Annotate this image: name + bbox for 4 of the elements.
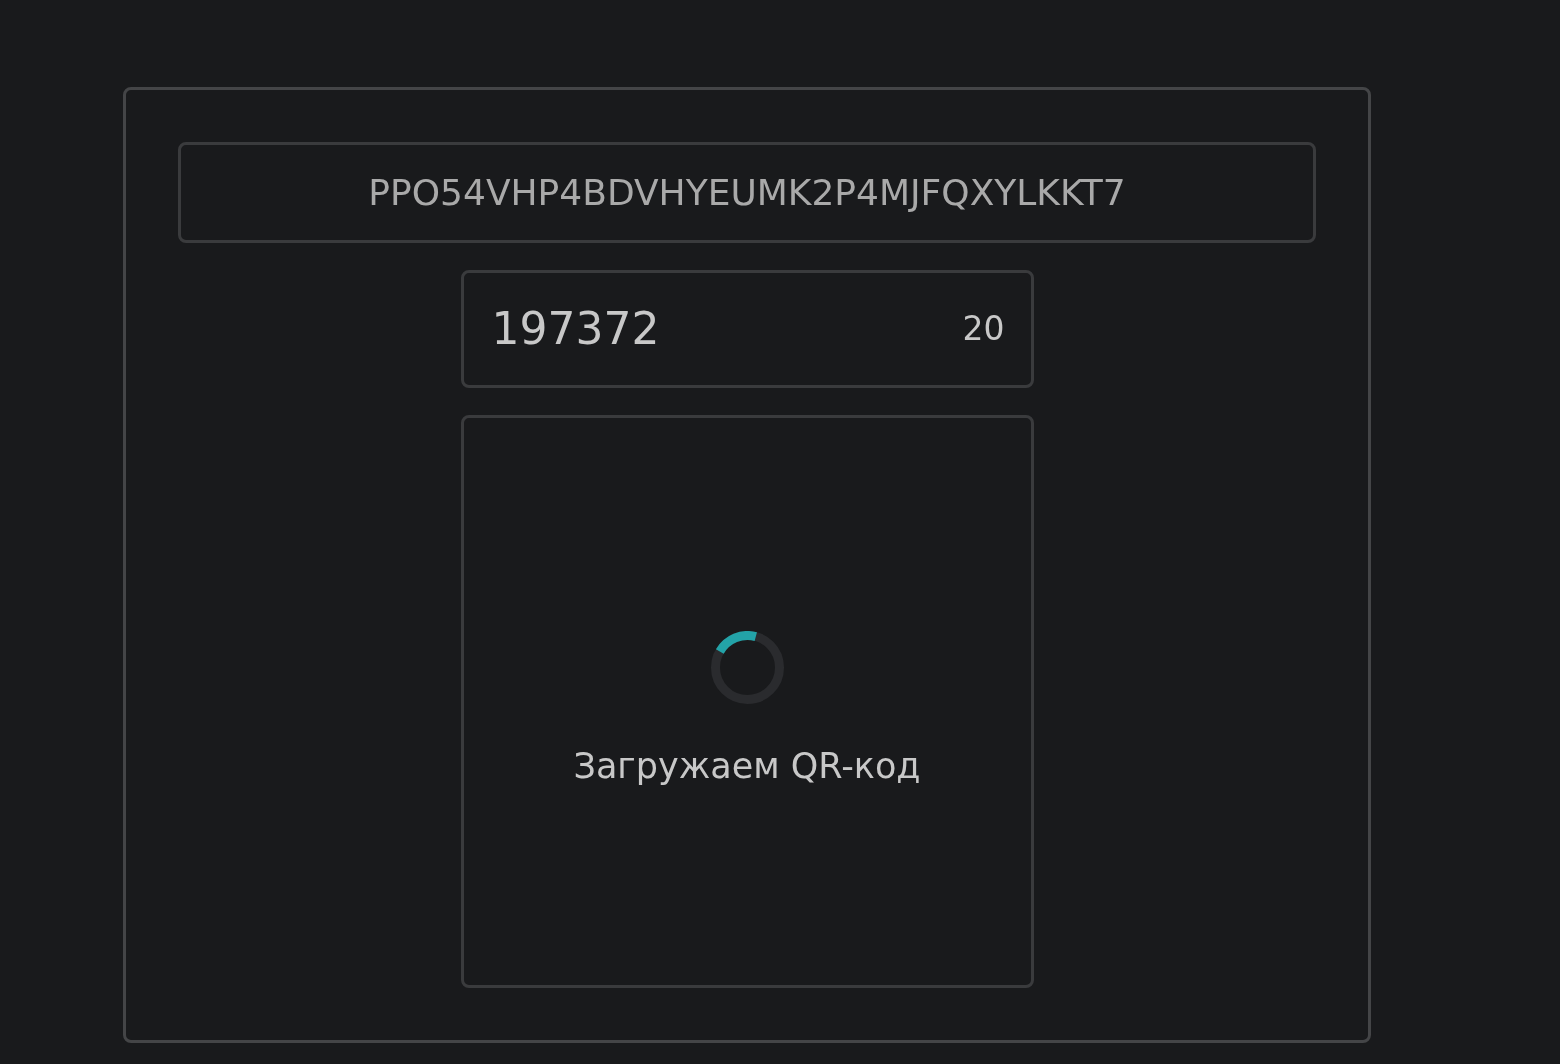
loading-message: Загружаем QR-код	[573, 744, 921, 788]
otp-code: 197372	[491, 302, 660, 356]
secret-key-field[interactable]: PPO54VHP4BDVHYEUMK2P4MJFQXYLKKT7	[178, 142, 1316, 243]
countdown-timer: 20	[962, 308, 1005, 351]
